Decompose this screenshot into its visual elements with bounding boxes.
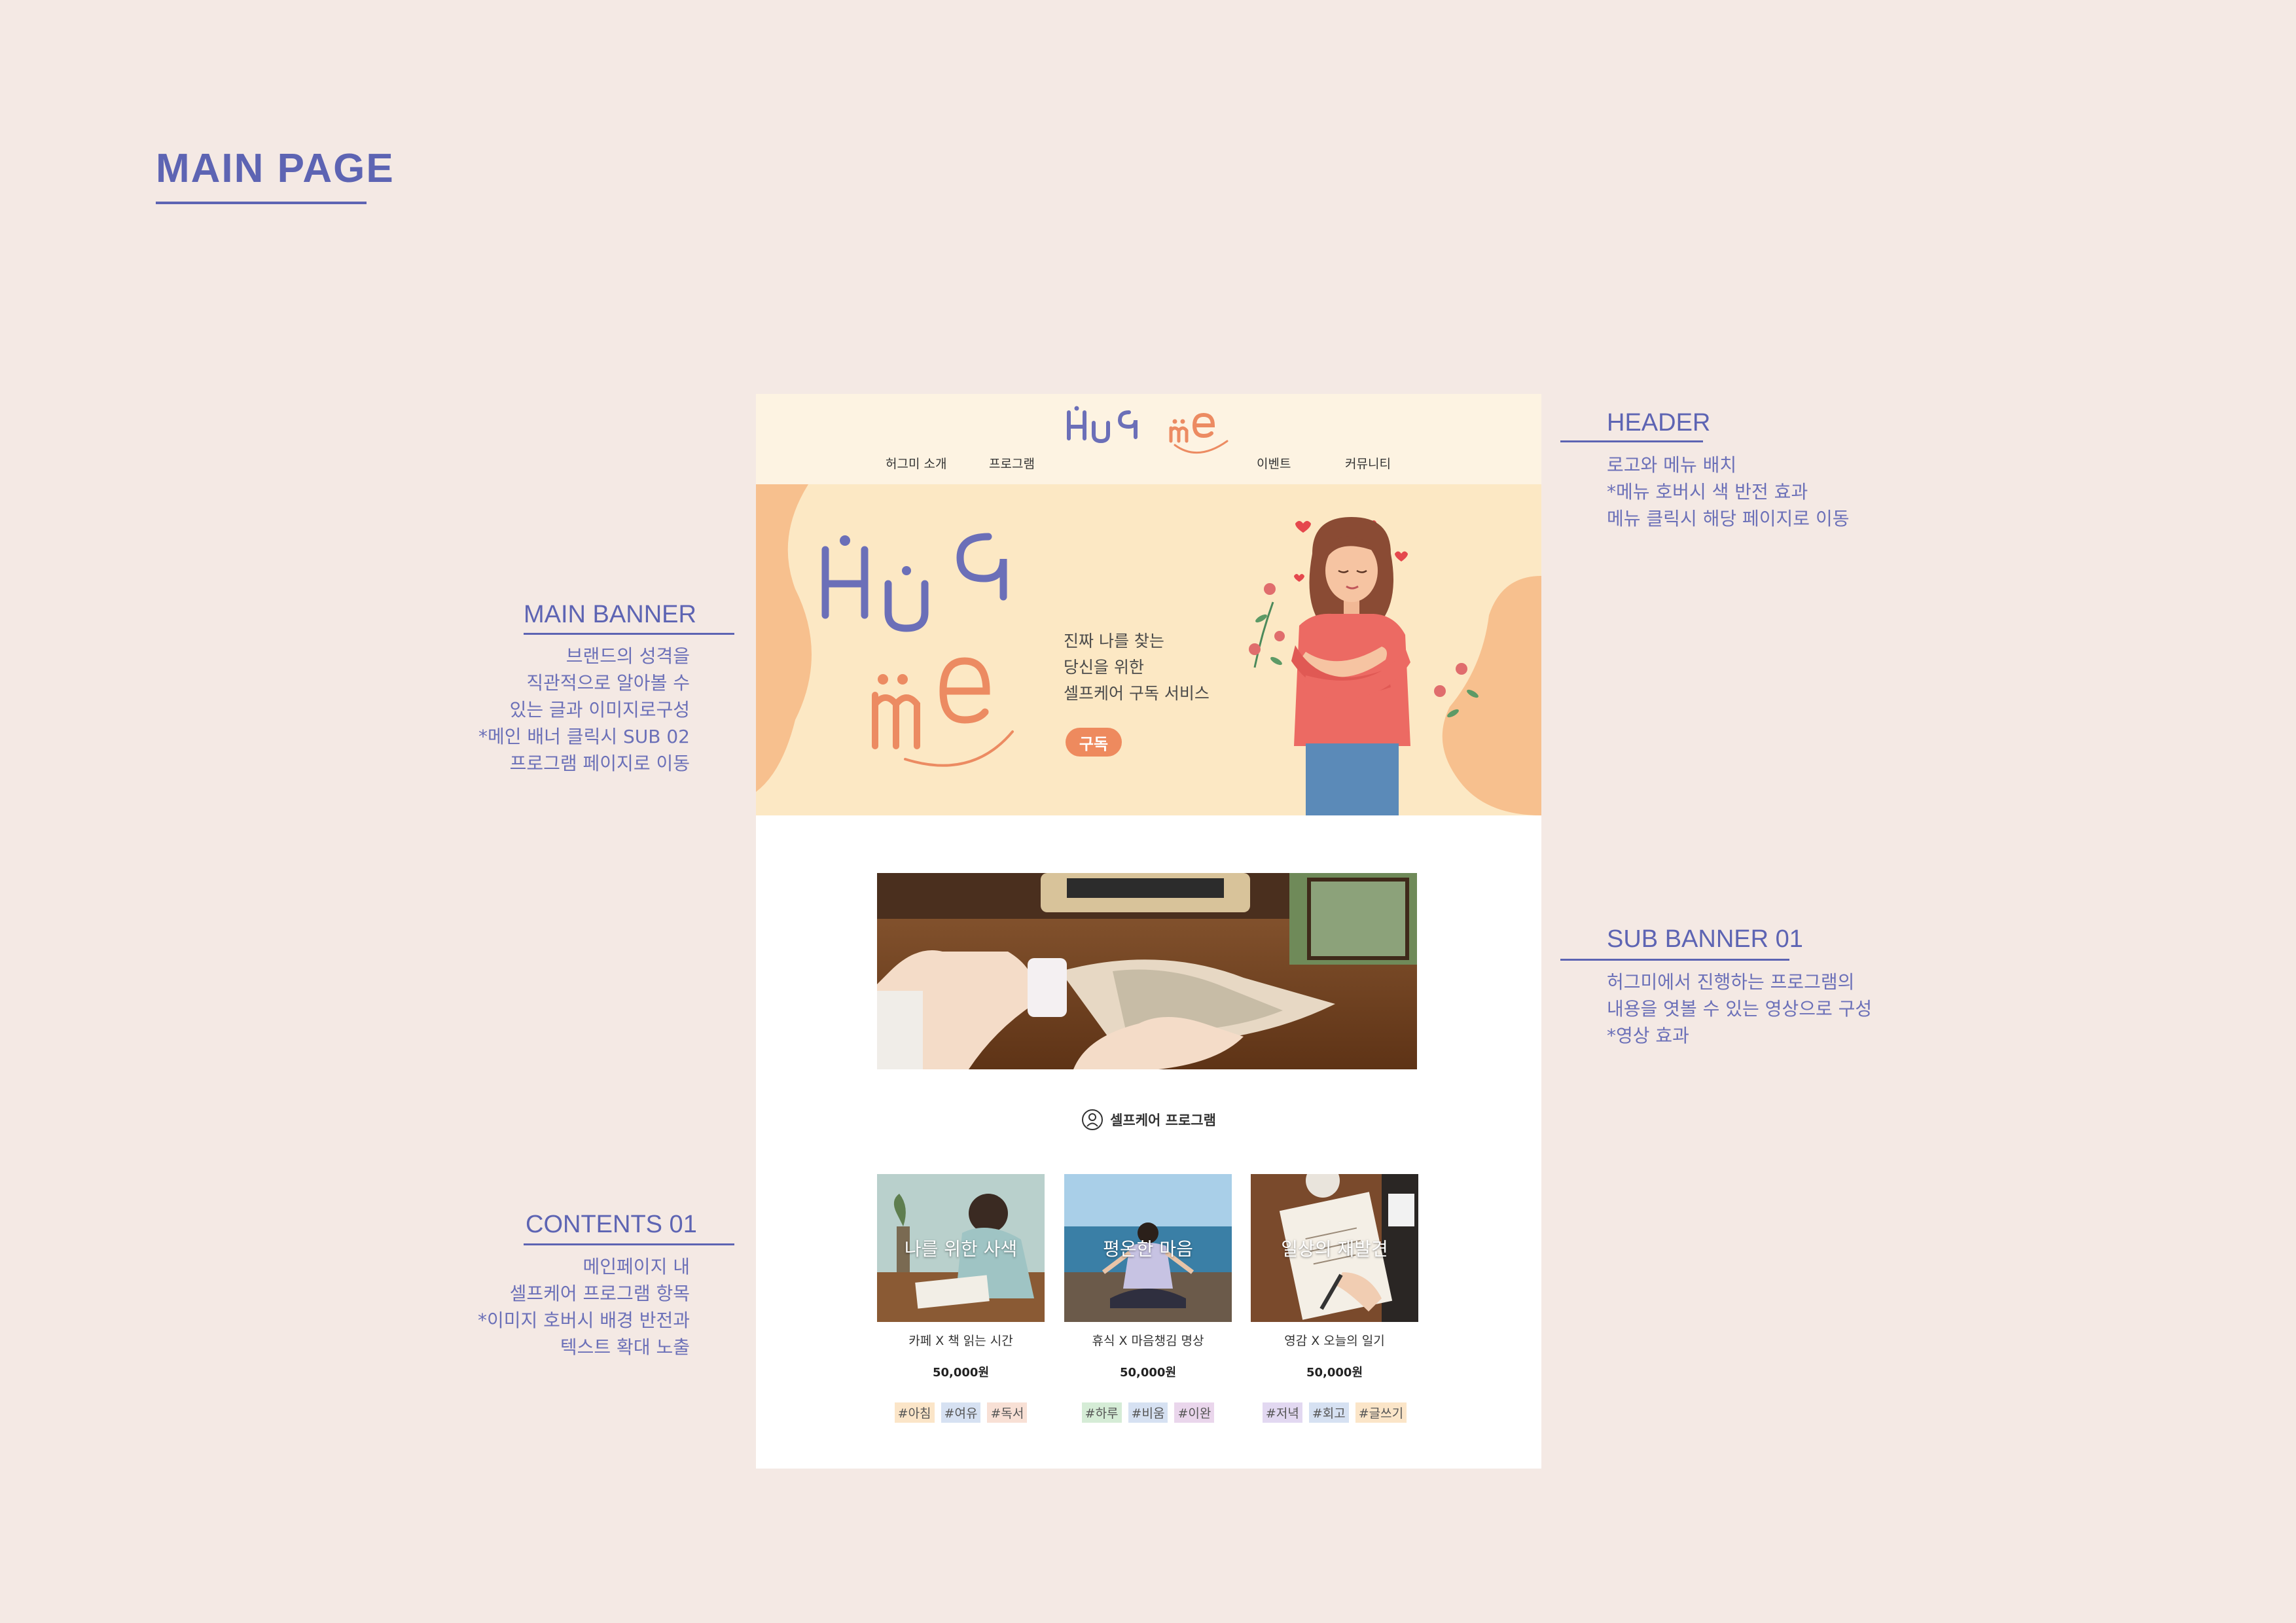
program-card-image[interactable]: 평온한 마음 — [1064, 1174, 1232, 1322]
reading-book-image — [877, 873, 1417, 1069]
board-title: MAIN PAGE — [156, 146, 395, 191]
program-card[interactable]: 나를 위한 사색 카페 X 책 읽는 시간 50,000원 #아침 #여유 #독… — [877, 1174, 1045, 1423]
annotation-header-title: HEADER — [1607, 409, 1711, 437]
program-card-name: 카페 X 책 읽는 시간 — [908, 1334, 1013, 1348]
annotation-sub-banner-text: 허그미에서 진행하는 프로그램의 내용을 엿볼 수 있는 영상으로 구성 *영상… — [1607, 971, 1873, 1046]
main-banner[interactable]: 진짜 나를 찾는 당신을 위한 셀프케어 구독 서비스 구독 — [756, 484, 1541, 815]
tag[interactable]: #저녁 — [1262, 1402, 1302, 1423]
program-card-image[interactable]: 나를 위한 사색 — [877, 1174, 1045, 1322]
section-header: 셀프케어 프로그램 — [756, 1109, 1541, 1131]
program-card-tags: #하루 #비움 #이완 — [1064, 1402, 1232, 1423]
sub-banner-video[interactable] — [877, 873, 1417, 1069]
annotation-sub-banner-line — [1560, 959, 1789, 961]
annotation-sub-banner-title: SUB BANNER 01 — [1607, 925, 1803, 953]
board-title-underline — [156, 202, 367, 204]
banner-tagline: 진짜 나를 찾는 당신을 위한 셀프케어 구독 서비스 — [1064, 632, 1210, 703]
program-card-overlay: 평온한 마음 — [1103, 1238, 1193, 1260]
program-card-price: 50,000원 — [1306, 1366, 1363, 1380]
program-card-tags: #아침 #여유 #독서 — [877, 1402, 1045, 1423]
program-card-price: 50,000원 — [1119, 1366, 1177, 1380]
tag[interactable]: #하루 — [1081, 1402, 1122, 1423]
annotation-main-banner-title: MAIN BANNER — [524, 601, 696, 628]
program-card-tags: #저녁 #회고 #글쓰기 — [1251, 1402, 1418, 1423]
program-card-overlay: 일상의 재발견 — [1281, 1238, 1388, 1260]
program-card-image[interactable]: 일상의 재발견 — [1251, 1174, 1418, 1322]
section-title: 셀프케어 프로그램 — [1110, 1113, 1216, 1128]
tag[interactable]: #회고 — [1308, 1402, 1349, 1423]
annotation-main-banner-line — [524, 633, 734, 635]
nav-item-about[interactable]: 허그미 소개 — [886, 454, 946, 472]
tag[interactable]: #아침 — [894, 1402, 935, 1423]
nav-item-event[interactable]: 이벤트 — [1257, 454, 1291, 472]
nav-item-program[interactable]: 프로그램 — [989, 454, 1035, 472]
subscribe-button[interactable]: 구독 — [1066, 728, 1122, 757]
program-card-overlay: 나를 위한 사색 — [904, 1238, 1018, 1260]
person-circle-icon — [1082, 1109, 1103, 1130]
tag[interactable]: #글쓰기 — [1355, 1402, 1407, 1423]
annotation-header-line — [1560, 440, 1703, 442]
program-card-name: 휴식 X 마음챙김 명상 — [1092, 1334, 1204, 1348]
annotation-contents-text: 메인페이지 내 셀프케어 프로그램 항목 *이미지 호버시 배경 반전과 텍스트… — [477, 1256, 690, 1358]
annotation-contents-title: CONTENTS 01 — [526, 1211, 697, 1238]
program-card-price: 50,000원 — [932, 1366, 990, 1380]
site-header: 허그미 소개 프로그램 이벤트 커뮤니티 — [756, 394, 1541, 484]
hugging-woman-illustration — [1249, 517, 1479, 815]
program-card[interactable]: 평온한 마음 휴식 X 마음챙김 명상 50,000원 #하루 #비움 #이완 — [1064, 1174, 1232, 1423]
banner-logo — [821, 533, 1014, 767]
program-card[interactable]: 일상의 재발견 영감 X 오늘의 일기 50,000원 #저녁 #회고 #글쓰기 — [1251, 1174, 1418, 1423]
tag[interactable]: #여유 — [941, 1402, 981, 1423]
annotation-header-text: 로고와 메뉴 배치 *메뉴 호버시 색 반전 효과 메뉴 클릭시 해당 페이지로… — [1607, 454, 1850, 529]
program-card-name: 영감 X 오늘의 일기 — [1284, 1334, 1385, 1348]
annotation-main-banner-text: 브랜드의 성격을 직관적으로 알아볼 수 있는 글과 이미지로구성 *메인 배너… — [478, 645, 690, 774]
website-mockup: 허그미 소개 프로그램 이벤트 커뮤니티 진짜 나를 찾는 당신을 위한 셀프케… — [756, 394, 1541, 1469]
site-logo[interactable] — [1064, 398, 1234, 457]
tag[interactable]: #독서 — [987, 1402, 1028, 1423]
nav-item-community[interactable]: 커뮤니티 — [1345, 454, 1391, 472]
annotation-contents-line — [524, 1243, 734, 1245]
tag[interactable]: #이완 — [1174, 1402, 1215, 1423]
tag[interactable]: #비움 — [1128, 1402, 1168, 1423]
